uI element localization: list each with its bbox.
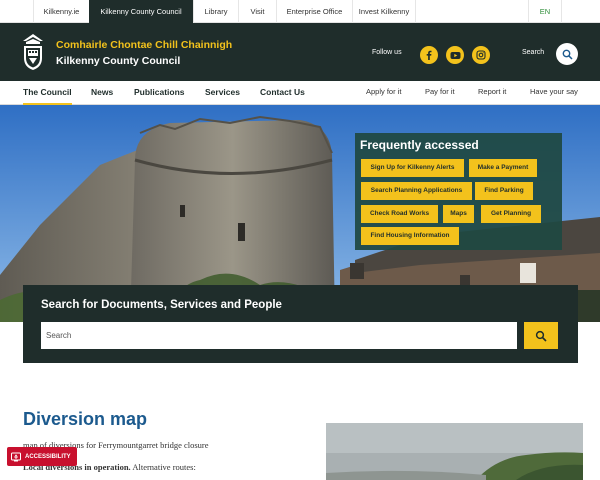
facebook-icon[interactable]: [420, 46, 438, 64]
top-tab-invest-kilkenny[interactable]: Invest Kilkenny: [352, 0, 416, 23]
fa-get-planning-button[interactable]: Get Planning: [481, 205, 541, 223]
header-search-button[interactable]: [556, 43, 578, 65]
main-navigation: The Council News Publications Services C…: [0, 81, 600, 105]
accessibility-label: ACCESSIBILITY: [25, 453, 71, 460]
top-tab-visit[interactable]: Visit: [238, 0, 276, 23]
fa-find-housing-button[interactable]: Find Housing Information: [361, 227, 459, 245]
document-search-panel: Search for Documents, Services and Peopl…: [23, 285, 578, 363]
top-tab-library[interactable]: Library: [193, 0, 238, 23]
page-title: Diversion map: [23, 409, 148, 429]
header-search-label: Search: [522, 49, 545, 56]
top-tab-enterprise-office[interactable]: Enterprise Office: [276, 0, 352, 23]
fa-maps-button[interactable]: Maps: [443, 205, 474, 223]
accessibility-icon: [11, 452, 21, 461]
nav-news[interactable]: News: [91, 81, 113, 105]
search-input[interactable]: [41, 322, 517, 349]
council-name-irish: Comhairle Chontae Chill Chainnigh: [56, 39, 233, 51]
search-submit-button[interactable]: [524, 322, 558, 349]
search-icon: [535, 330, 547, 342]
search-icon: [562, 49, 573, 60]
fa-make-payment-button[interactable]: Make a Payment: [469, 159, 537, 177]
site-switcher-bar: Kilkenny.ie Kilkenny County Council Libr…: [0, 0, 600, 23]
page: Kilkenny.ie Kilkenny County Council Libr…: [0, 0, 600, 480]
accessibility-button[interactable]: ACCESSIBILITY: [7, 447, 77, 466]
nav-pay-for-it[interactable]: Pay for it: [425, 81, 455, 105]
frequently-accessed-title: Frequently accessed: [360, 138, 479, 152]
fa-sign-up-alerts-button[interactable]: Sign Up for Kilkenny Alerts: [361, 159, 464, 177]
council-name-english: Kilkenny County Council: [56, 55, 181, 67]
search-panel-title: Search for Documents, Services and Peopl…: [41, 299, 282, 311]
fa-find-parking-button[interactable]: Find Parking: [475, 182, 533, 200]
diversion-note-rest: Alternative routes:: [130, 462, 196, 472]
nav-the-council[interactable]: The Council: [23, 81, 72, 105]
follow-us-label: Follow us: [372, 49, 402, 56]
nav-apply-for-it[interactable]: Apply for it: [366, 81, 401, 105]
frequently-accessed-panel: Frequently accessed Sign Up for Kilkenny…: [355, 133, 562, 250]
youtube-icon[interactable]: [446, 46, 464, 64]
nav-services[interactable]: Services: [205, 81, 240, 105]
diversion-photo: [326, 423, 583, 480]
site-header: Comhairle Chontae Chill Chainnigh Kilken…: [0, 23, 600, 81]
nav-have-your-say[interactable]: Have your say: [530, 81, 578, 105]
nav-contact-us[interactable]: Contact Us: [260, 81, 305, 105]
top-tab-kilkenny-county-council[interactable]: Kilkenny County Council: [89, 0, 193, 23]
nav-report-it[interactable]: Report it: [478, 81, 506, 105]
fa-check-road-works-button[interactable]: Check Road Works: [361, 205, 438, 223]
language-selector[interactable]: EN: [528, 0, 562, 23]
nav-publications[interactable]: Publications: [134, 81, 185, 105]
top-tab-kilkenny-ie[interactable]: Kilkenny.ie: [33, 0, 89, 23]
fa-search-planning-button[interactable]: Search Planning Applications: [361, 182, 472, 200]
instagram-icon[interactable]: [472, 46, 490, 64]
council-crest-logo[interactable]: [21, 32, 45, 72]
